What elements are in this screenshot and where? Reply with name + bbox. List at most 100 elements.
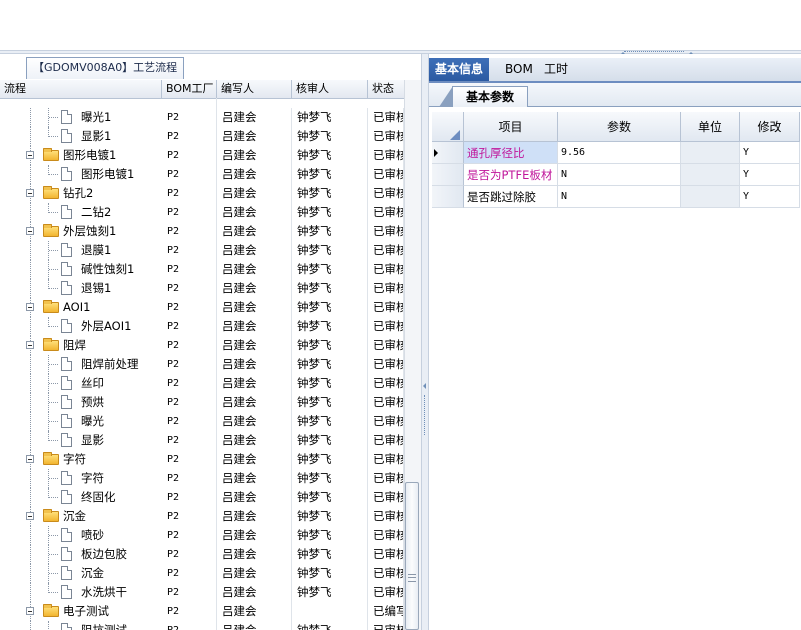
table-row[interactable]: 二钻2 P2吕建会钟梦飞已审核 bbox=[0, 203, 404, 222]
table-row[interactable] bbox=[0, 98, 404, 108]
bom-factory-cell: P2 bbox=[162, 184, 217, 203]
collapse-toggle-icon[interactable] bbox=[26, 607, 34, 615]
column-header-unit[interactable]: 单位 bbox=[681, 112, 740, 142]
table-row[interactable]: 板边包胶 P2吕建会钟梦飞已审核 bbox=[0, 545, 404, 564]
table-row[interactable]: 电子测试 P2吕建会 已编写 bbox=[0, 602, 404, 621]
process-step-label: 预烘 bbox=[81, 395, 104, 409]
table-row[interactable]: 丝印 P2吕建会钟梦飞已审核 bbox=[0, 374, 404, 393]
status-cell: 已审核 bbox=[368, 488, 404, 507]
table-row[interactable]: AOI1 P2吕建会钟梦飞已审核 bbox=[0, 298, 404, 317]
column-header-reviewer[interactable]: 核审人 bbox=[292, 80, 368, 98]
table-row[interactable]: 阻焊前处理 P2吕建会钟梦飞已审核 bbox=[0, 355, 404, 374]
scrollbar-thumb[interactable] bbox=[405, 482, 419, 630]
collapse-toggle-icon[interactable] bbox=[26, 512, 34, 520]
table-row[interactable]: 曝光 P2吕建会钟梦飞已审核 bbox=[0, 412, 404, 431]
table-row[interactable]: 外层蚀刻1 P2吕建会钟梦飞已审核 bbox=[0, 222, 404, 241]
collapse-toggle-icon[interactable] bbox=[26, 455, 34, 463]
bom-factory-cell: P2 bbox=[162, 241, 217, 260]
table-row[interactable]: 曝光1 P2吕建会钟梦飞已审核 bbox=[0, 108, 404, 127]
table-row[interactable]: 显影 P2吕建会钟梦飞已审核 bbox=[0, 431, 404, 450]
tree-connector bbox=[30, 564, 31, 583]
table-row[interactable]: 沉金 P2吕建会钟梦飞已审核 bbox=[0, 564, 404, 583]
tree-connector bbox=[30, 469, 31, 488]
status-cell: 已审核 bbox=[368, 241, 404, 260]
table-row[interactable]: 碱性蚀刻1 P2吕建会钟梦飞已审核 bbox=[0, 260, 404, 279]
column-header-editable[interactable]: 修改 bbox=[740, 112, 800, 142]
table-row[interactable]: 终固化 P2吕建会钟梦飞已审核 bbox=[0, 488, 404, 507]
column-header-item[interactable]: 项目 bbox=[464, 112, 558, 142]
row-header[interactable] bbox=[432, 142, 464, 164]
splitter-grip[interactable] bbox=[424, 395, 427, 435]
collapse-left-icon[interactable] bbox=[423, 383, 426, 389]
tree-connector bbox=[49, 440, 58, 441]
table-row[interactable]: 预烘 P2吕建会钟梦飞已审核 bbox=[0, 393, 404, 412]
table-row[interactable]: 退锡1 P2吕建会钟梦飞已审核 bbox=[0, 279, 404, 298]
folder-icon bbox=[43, 300, 59, 313]
table-row[interactable]: 钻孔2 P2吕建会钟梦飞已审核 bbox=[0, 184, 404, 203]
tab-work-hours[interactable]: 工时 bbox=[538, 58, 574, 81]
column-header-flow[interactable]: 流程 bbox=[0, 80, 162, 98]
tab-basic-info[interactable]: 基本信息 bbox=[429, 58, 490, 81]
column-header-value[interactable]: 参数 bbox=[558, 112, 681, 142]
bom-factory-cell: P2 bbox=[162, 393, 217, 412]
table-row[interactable]: 显影1 P2吕建会钟梦飞已审核 bbox=[0, 127, 404, 146]
collapse-toggle-icon[interactable] bbox=[26, 227, 34, 235]
process-step-label: 二钻2 bbox=[81, 205, 112, 219]
column-header-status[interactable]: 状态 bbox=[368, 80, 404, 98]
process-step-label: 退膜1 bbox=[81, 243, 112, 257]
collapse-toggle-icon[interactable] bbox=[26, 341, 34, 349]
table-row[interactable]: 喷砂 P2吕建会钟梦飞已审核 bbox=[0, 526, 404, 545]
table-row[interactable]: 沉金 P2吕建会钟梦飞已审核 bbox=[0, 507, 404, 526]
writer-cell: 吕建会 bbox=[217, 374, 292, 393]
writer-cell: 吕建会 bbox=[217, 583, 292, 602]
bom-factory-cell: P2 bbox=[162, 621, 217, 630]
column-header-bom-factory[interactable]: BOM工厂 bbox=[162, 80, 217, 98]
table-row[interactable]: 字符 P2吕建会钟梦飞已审核 bbox=[0, 469, 404, 488]
writer-cell: 吕建会 bbox=[217, 317, 292, 336]
collapse-toggle-icon[interactable] bbox=[26, 151, 34, 159]
table-row[interactable]: 水洗烘干 P2吕建会钟梦飞已审核 bbox=[0, 583, 404, 602]
collapse-toggle-icon[interactable] bbox=[26, 303, 34, 311]
status-cell: 已审核 bbox=[368, 146, 404, 165]
table-row[interactable]: 阻焊 P2吕建会钟梦飞已审核 bbox=[0, 336, 404, 355]
parameter-row[interactable]: 通孔厚径比 9.56 Y bbox=[432, 142, 800, 164]
param-value-cell[interactable]: N bbox=[558, 186, 681, 208]
document-icon bbox=[61, 319, 72, 333]
collapse-toggle-icon[interactable] bbox=[26, 189, 34, 197]
column-header-writer[interactable]: 编写人 bbox=[217, 80, 292, 98]
table-row[interactable]: 图形电镀1 P2吕建会钟梦飞已审核 bbox=[0, 146, 404, 165]
vertical-splitter[interactable] bbox=[421, 54, 429, 630]
process-flow-tab[interactable]: 【GDOMV008A0】工艺流程 bbox=[26, 57, 185, 79]
document-icon bbox=[61, 623, 72, 630]
reviewer-cell: 钟梦飞 bbox=[292, 317, 368, 336]
table-row[interactable]: 图形电镀1 P2吕建会钟梦飞已审核 bbox=[0, 165, 404, 184]
reviewer-cell: 钟梦飞 bbox=[292, 127, 368, 146]
row-header[interactable] bbox=[432, 164, 464, 186]
tab-basic-params[interactable]: 基本参数 bbox=[439, 86, 528, 107]
row-header[interactable] bbox=[432, 186, 464, 208]
parameter-row[interactable]: 是否跳过除胶 N Y bbox=[432, 186, 800, 208]
param-value-cell[interactable]: N bbox=[558, 164, 681, 186]
tree-connector bbox=[30, 621, 31, 630]
status-cell: 已审核 bbox=[368, 431, 404, 450]
table-row[interactable]: 阻抗测试 P2吕建会钟梦飞已审核 bbox=[0, 621, 404, 630]
table-row[interactable]: 退膜1 P2吕建会钟梦飞已审核 bbox=[0, 241, 404, 260]
tab-bom[interactable]: BOM bbox=[499, 58, 539, 81]
param-value-cell[interactable]: 9.56 bbox=[558, 142, 681, 164]
bom-factory-cell: P2 bbox=[162, 355, 217, 374]
process-step-label: 丝印 bbox=[81, 376, 104, 390]
table-row[interactable]: 外层AOI1 P2吕建会钟梦飞已审核 bbox=[0, 317, 404, 336]
corner-header[interactable] bbox=[432, 112, 464, 142]
writer-cell: 吕建会 bbox=[217, 431, 292, 450]
status-cell: 已审核 bbox=[368, 469, 404, 488]
tree-connector bbox=[30, 108, 31, 127]
bom-factory-cell: P2 bbox=[162, 298, 217, 317]
document-icon bbox=[61, 243, 72, 257]
table-row[interactable]: 字符 P2吕建会钟梦飞已审核 bbox=[0, 450, 404, 469]
bom-factory-cell: P2 bbox=[162, 488, 217, 507]
writer-cell: 吕建会 bbox=[217, 184, 292, 203]
bom-factory-cell: P2 bbox=[162, 469, 217, 488]
reviewer-cell: 钟梦飞 bbox=[292, 583, 368, 602]
parameter-row[interactable]: 是否为PTFE板材 N Y bbox=[432, 164, 800, 186]
folder-icon bbox=[43, 452, 59, 465]
